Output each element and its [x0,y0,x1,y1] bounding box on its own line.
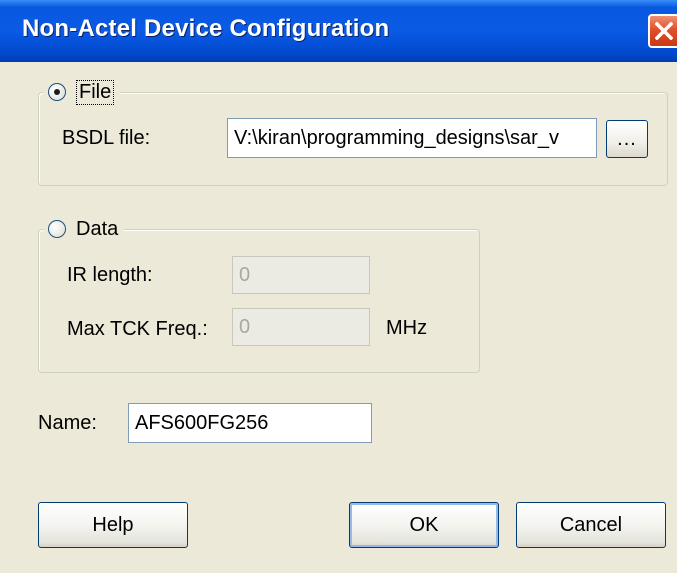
bsdl-file-input[interactable]: V:\kiran\programming_designs\sar_v [227,118,597,158]
ir-length-input[interactable]: 0 [232,256,370,294]
help-button[interactable]: Help [38,502,188,548]
file-radio[interactable] [48,83,66,101]
max-tck-value: 0 [239,315,251,338]
name-value: AFS600FG256 [135,411,269,434]
max-tck-label: Max TCK Freq.: [67,318,208,340]
cancel-button-label: Cancel [559,513,623,536]
bsdl-file-value: V:\kiran\programming_designs\sar_v [234,126,559,149]
ir-length-label: IR length: [67,264,153,286]
ir-length-value: 0 [239,263,251,286]
window-title: Non-Actel Device Configuration [22,15,390,42]
data-group [38,229,480,373]
ok-button[interactable]: OK [349,502,499,548]
ok-button-label: OK [409,513,439,536]
name-input[interactable]: AFS600FG256 [128,403,372,443]
file-radio-label: File [76,79,115,105]
max-tck-unit: MHz [386,317,428,339]
file-radio-option[interactable]: File [44,79,121,105]
data-radio-option[interactable]: Data [44,216,125,242]
cancel-button[interactable]: Cancel [516,502,666,548]
title-bar: Non-Actel Device Configuration [0,0,677,62]
browse-button[interactable]: ... [606,120,648,158]
help-button-label: Help [92,513,134,536]
close-button[interactable] [648,14,677,48]
data-radio[interactable] [48,220,66,238]
max-tck-input[interactable]: 0 [232,308,370,346]
browse-button-label: ... [617,127,637,150]
bsdl-file-label: BSDL file: [62,127,151,149]
data-radio-label: Data [76,217,119,240]
name-label: Name: [38,412,97,434]
